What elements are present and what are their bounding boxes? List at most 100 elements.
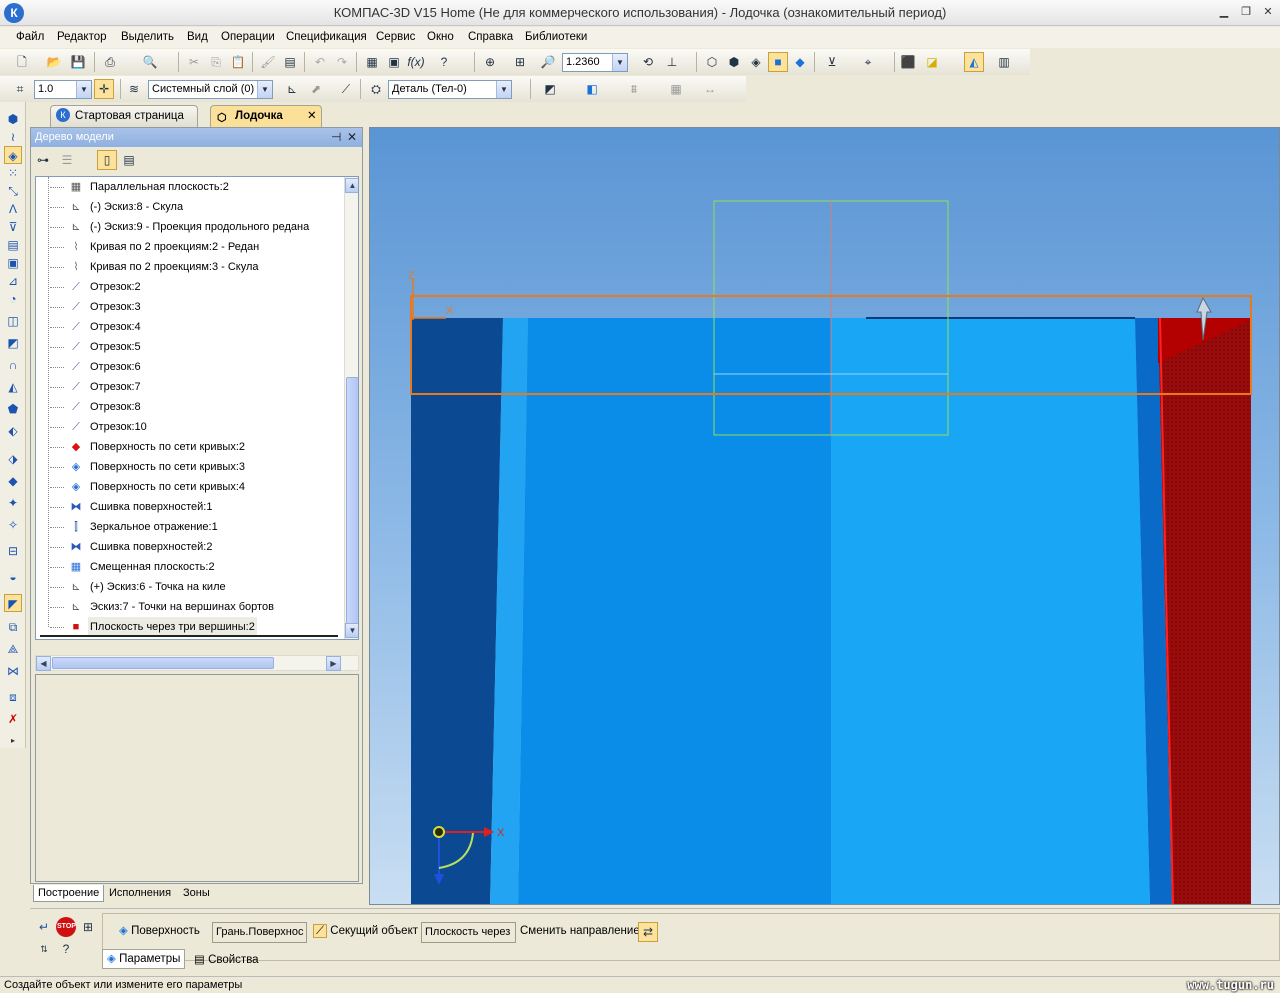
- help-pointer-icon[interactable]: ?: [434, 52, 454, 72]
- tab-properties[interactable]: ▤ Свойства: [190, 951, 263, 969]
- model-viewport[interactable]: Z X X: [369, 127, 1280, 905]
- tab-zones[interactable]: Зоны: [179, 885, 214, 902]
- cut-icon[interactable]: ✂: [184, 52, 204, 72]
- menu-operations[interactable]: Операции: [221, 31, 275, 43]
- tab-construction[interactable]: Построение: [33, 885, 105, 902]
- tool-ruled-surface-icon[interactable]: ◆: [4, 472, 22, 490]
- menu-view[interactable]: Вид: [187, 31, 208, 43]
- tree-horizontal-scrollbar[interactable]: ◀ ▶: [35, 655, 359, 671]
- panel-layout-icon[interactable]: ⊞: [78, 917, 98, 937]
- tool-dimensions-icon[interactable]: Ʌ: [4, 200, 22, 218]
- tool-spiral-icon[interactable]: ◔: [4, 290, 22, 308]
- tool-remove-faces-icon[interactable]: ⧈: [4, 688, 22, 706]
- sort-icon[interactable]: ⇅: [34, 939, 54, 959]
- tab-parameters[interactable]: ◈ Параметры: [102, 949, 186, 969]
- tool-points-surface-icon[interactable]: ⬗: [4, 450, 22, 468]
- coordinates-icon[interactable]: ⌗: [10, 79, 30, 99]
- expand-toolbar-icon[interactable]: ▸: [4, 732, 22, 750]
- section-object-field[interactable]: Плоскость через: [421, 922, 516, 943]
- measure-icon[interactable]: ▥: [994, 52, 1014, 72]
- tool-mesh-surface-icon[interactable]: ⬖: [4, 422, 22, 440]
- menu-help[interactable]: Справка: [468, 31, 513, 43]
- function-icon[interactable]: f(x): [406, 52, 426, 72]
- tool-network-surface-icon[interactable]: ✦: [4, 494, 22, 512]
- create-object-icon[interactable]: ↵: [34, 917, 54, 937]
- dimension-icon[interactable]: ↔: [700, 79, 720, 99]
- surface-field[interactable]: Грань.Поверхнос: [212, 922, 307, 943]
- menu-specification[interactable]: Спецификация: [286, 31, 367, 43]
- tree-options-icon[interactable]: ▤: [119, 150, 139, 170]
- close-icon[interactable]: ✕: [1260, 5, 1276, 20]
- table-icon[interactable]: ▦: [666, 79, 686, 99]
- layers-icon[interactable]: ◪: [922, 52, 942, 72]
- undo-icon[interactable]: ↶: [310, 52, 330, 72]
- menu-libraries[interactable]: Библиотеки: [525, 31, 587, 43]
- pin-icon[interactable]: ⊣: [331, 130, 341, 144]
- detail-icon[interactable]: ⛭: [366, 79, 386, 99]
- step-select[interactable]: 1.0 ▼: [34, 80, 92, 99]
- menu-file[interactable]: Файл: [16, 31, 44, 43]
- tree-view-icon[interactable]: ▯: [97, 150, 117, 170]
- tool-sew-icon[interactable]: ⧉: [4, 618, 22, 636]
- tool-aux-icon[interactable]: ⤡: [4, 182, 22, 200]
- menu-window[interactable]: Окно: [427, 31, 454, 43]
- tool-loft-surface-icon[interactable]: ◭: [4, 378, 22, 396]
- tool-restore-icon[interactable]: ⟁: [4, 640, 22, 658]
- print-icon[interactable]: ⎙: [100, 52, 120, 72]
- redo-icon[interactable]: ↷: [332, 52, 352, 72]
- tab-versions[interactable]: Исполнения: [105, 885, 175, 902]
- zoom-icon[interactable]: 🔎: [538, 52, 558, 72]
- snap-icon[interactable]: ⌖: [858, 52, 878, 72]
- tool-join-icon[interactable]: ⋈: [4, 662, 22, 680]
- tab-lodochka[interactable]: ⬡ Лодочка ✕: [210, 105, 322, 127]
- sketch-mode-icon[interactable]: ⟋: [336, 79, 356, 99]
- save-icon[interactable]: 💾: [68, 52, 88, 72]
- tree-order-icon[interactable]: ☰: [57, 150, 77, 170]
- scroll-right-icon[interactable]: ▶: [326, 656, 341, 671]
- material-icon[interactable]: ◩: [540, 79, 560, 99]
- viewport-canvas[interactable]: Z X X: [370, 128, 1280, 905]
- zoom-window-icon[interactable]: ⊞: [510, 52, 530, 72]
- layer-select[interactable]: Системный слой (0) ▼: [148, 80, 273, 99]
- tool-measure-icon[interactable]: ⊿: [4, 272, 22, 290]
- menu-edit[interactable]: Редактор: [57, 31, 107, 43]
- tool-cut-surface-icon[interactable]: ◤: [4, 594, 22, 612]
- tool-net-surface-icon[interactable]: ✧: [4, 516, 22, 534]
- scroll-thumb[interactable]: [346, 377, 358, 633]
- minimize-icon[interactable]: ▁: [1216, 5, 1232, 20]
- hidden-lines-icon[interactable]: ⬢: [724, 52, 744, 72]
- tool-patch-icon[interactable]: ⬟: [4, 400, 22, 418]
- section-object-button[interactable]: ⟋ Секущий объект: [310, 922, 421, 943]
- light-icon[interactable]: ◭: [964, 52, 984, 72]
- tool-array-icon[interactable]: ⁙: [4, 164, 22, 182]
- tool-fill-icon[interactable]: ◒: [4, 568, 22, 586]
- tool-kinematic-surface-icon[interactable]: ∩: [4, 356, 22, 374]
- tool-curves-icon[interactable]: ≀: [4, 128, 22, 146]
- close-panel-icon[interactable]: ✕: [347, 130, 357, 144]
- change-direction-icon[interactable]: ⇄: [638, 922, 658, 942]
- scroll-up-icon[interactable]: ▲: [345, 178, 358, 193]
- variables-icon[interactable]: ▣: [384, 52, 404, 72]
- preview-icon[interactable]: 🔍: [140, 52, 160, 72]
- wireframe-icon[interactable]: ⬡: [702, 52, 722, 72]
- tool-spec-icon[interactable]: ▤: [4, 236, 22, 254]
- close-tab-icon[interactable]: ✕: [307, 106, 317, 126]
- local-cs-icon[interactable]: ⊾: [282, 79, 302, 99]
- tool-extend-icon[interactable]: ⊟: [4, 542, 22, 560]
- detail-select[interactable]: Деталь (Тел-0) ▼: [388, 80, 512, 99]
- tool-solid-icon[interactable]: ⬢: [4, 110, 22, 128]
- tab-start-page[interactable]: К Стартовая страница: [50, 105, 198, 127]
- properties-icon[interactable]: ▤: [280, 52, 300, 72]
- thin-lines-icon[interactable]: ◈: [746, 52, 766, 72]
- shaded-edges-icon[interactable]: ◆: [790, 52, 810, 72]
- orientation-select-icon[interactable]: ⬈: [306, 79, 326, 99]
- tree-structure-icon[interactable]: ⊶: [33, 150, 53, 170]
- restore-icon[interactable]: ❐: [1238, 5, 1254, 20]
- new-file-icon[interactable]: 🗋: [12, 52, 32, 72]
- scroll-down-icon[interactable]: ▼: [345, 623, 358, 638]
- stop-icon[interactable]: STOP: [56, 917, 76, 937]
- tool-filter-icon[interactable]: ⊽: [4, 218, 22, 236]
- filter-icon[interactable]: ⊻: [822, 52, 842, 72]
- scroll-left-icon[interactable]: ◀: [36, 656, 51, 671]
- scroll-thumb[interactable]: [52, 657, 274, 669]
